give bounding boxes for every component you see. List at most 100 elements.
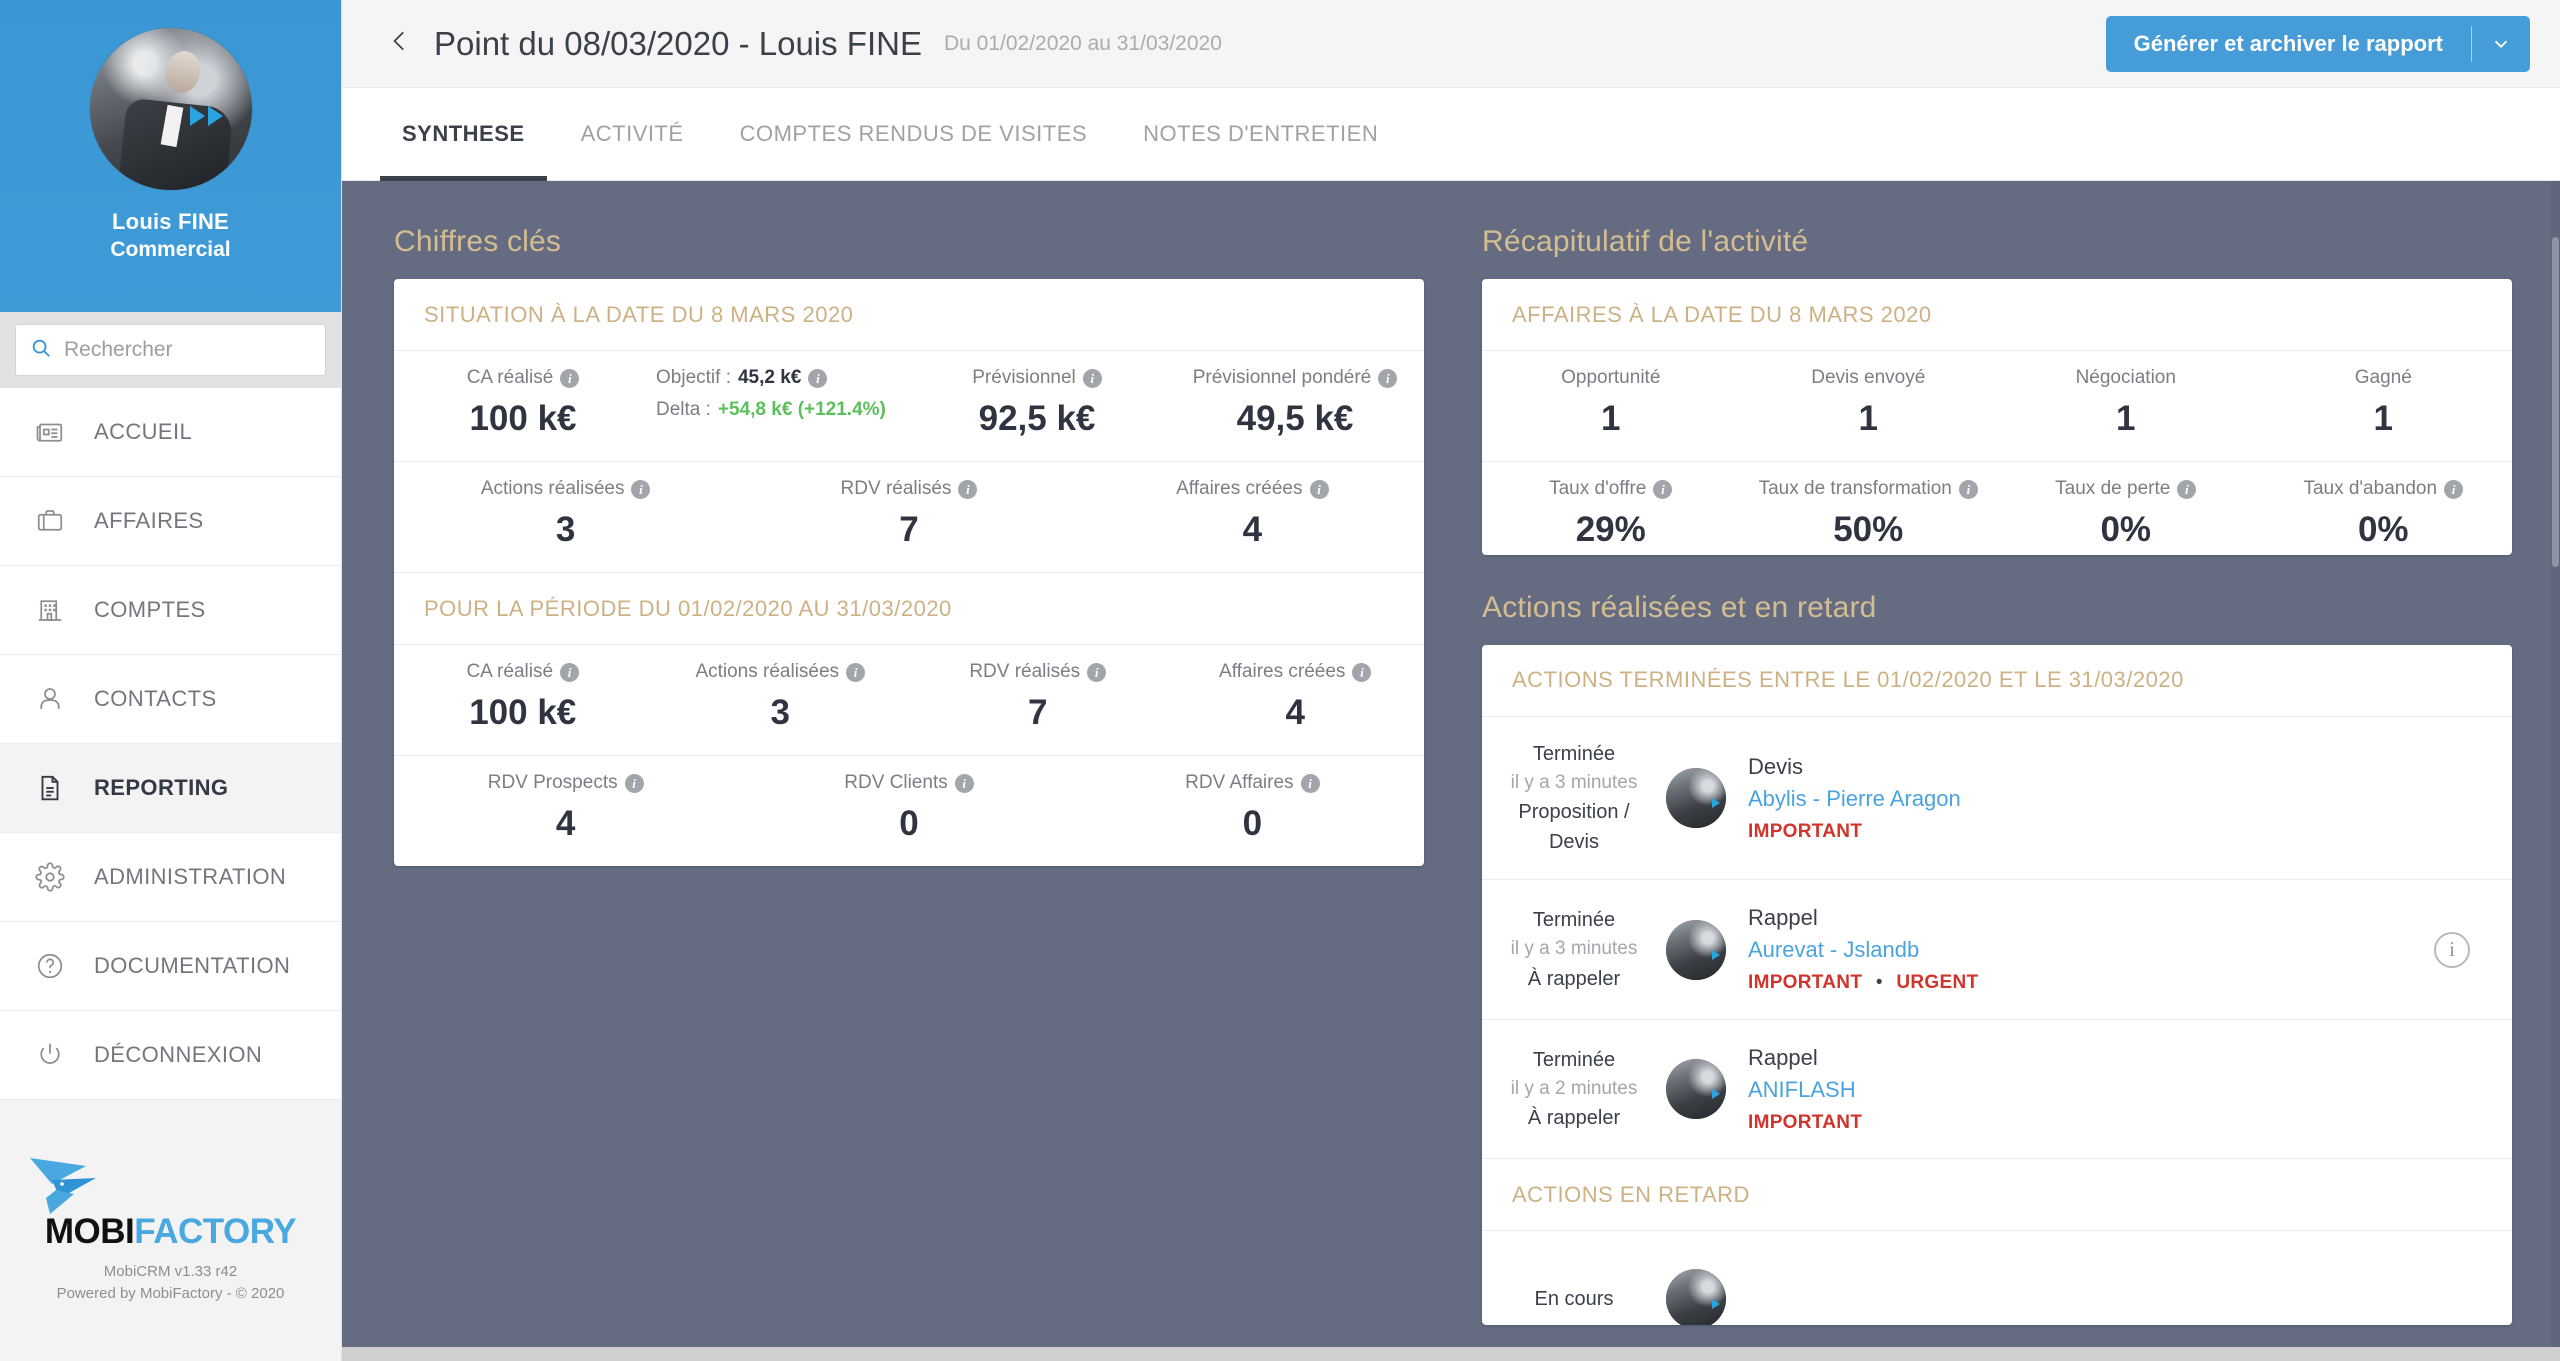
card-head-actions-en-retard: ACTIONS EN RETARD: [1482, 1159, 2512, 1232]
info-icon[interactable]: i: [1958, 479, 1978, 499]
info-icon[interactable]: i: [954, 773, 974, 793]
metric-rdv-realises: RDV réalisés i 7: [737, 478, 1080, 550]
info-icon[interactable]: i: [1087, 662, 1107, 682]
metric-value: 4: [1285, 693, 1305, 732]
metric-label-text: CA réalisé: [466, 661, 554, 682]
metric-actions-realisees: Actions réalisées i 3: [394, 478, 737, 550]
action-kind: À rappeler: [1527, 1107, 1621, 1130]
info-icon[interactable]: i: [2434, 931, 2470, 968]
action-status-text: Terminée: [1532, 742, 1616, 765]
info-icon[interactable]: i: [1352, 662, 1372, 682]
vertical-scrollbar[interactable]: [2551, 181, 2560, 1361]
back-button[interactable]: [380, 24, 420, 64]
action-row[interactable]: En cours: [1482, 1231, 2512, 1325]
action-status: Terminée il y a 3 minutes À rappeler: [1504, 905, 1644, 994]
action-kind: Proposition / Devis: [1518, 801, 1630, 854]
action-link[interactable]: ANIFLASH: [1748, 1074, 2400, 1106]
metric-label-text: Affaires créées: [1176, 478, 1303, 499]
action-status-text: Terminée: [1532, 909, 1616, 932]
card-chiffres-cles: SITUATION À LA DATE DU 8 MARS 2020 CA ré…: [394, 279, 1424, 866]
scrollbar-thumb[interactable]: [2552, 237, 2559, 567]
sidebar-item-label: ADMINISTRATION: [94, 864, 287, 889]
info-icon[interactable]: i: [2177, 479, 2197, 499]
action-row[interactable]: Terminée il y a 3 minutes Proposition / …: [1482, 717, 2512, 881]
metric-label-text: RDV réalisés: [969, 661, 1081, 682]
sidebar-brand: MOBIFACTORY MobiCRM v1.33 r42 Powered by…: [0, 1100, 341, 1361]
sidebar-item-reporting[interactable]: REPORTING: [0, 744, 341, 833]
generate-report-button[interactable]: Générer et archiver le rapport: [2105, 15, 2530, 72]
search-box[interactable]: [15, 324, 326, 376]
info-icon[interactable]: i: [808, 368, 828, 388]
profile-name: Louis FINE: [112, 209, 229, 234]
action-title: Rappel: [1748, 905, 1818, 931]
info-icon[interactable]: i: [1082, 368, 1102, 388]
action-link[interactable]: Aurevat - Jslandb: [1748, 934, 2400, 966]
action-link[interactable]: Abylis - Pierre Aragon: [1748, 783, 2400, 815]
info-icon[interactable]: i: [631, 479, 651, 499]
action-end-slot: i: [2422, 931, 2482, 968]
newspaper-icon: [30, 417, 70, 447]
metric-value: 4: [555, 804, 576, 843]
metric-value: 1: [2373, 399, 2393, 438]
action-title: Devis: [1748, 754, 1804, 779]
brand-wordmark: MOBIFACTORY: [45, 1214, 297, 1249]
info-icon[interactable]: i: [958, 479, 978, 499]
info-icon[interactable]: i: [624, 773, 644, 793]
metric-rdv-affaires: RDV Affaires i 0: [1081, 772, 1424, 844]
info-icon[interactable]: i: [1653, 479, 1673, 499]
info-icon[interactable]: i: [560, 368, 580, 388]
content-scroll-area[interactable]: Chiffres clés SITUATION À LA DATE DU 8 M…: [342, 181, 2560, 1361]
action-row[interactable]: Terminée il y a 2 minutes À rappeler Rap…: [1482, 1020, 2512, 1160]
action-when: il y a 3 minutes: [1510, 771, 1638, 793]
sidebar-item-contacts[interactable]: CONTACTS: [0, 655, 341, 744]
search-input[interactable]: [64, 338, 311, 362]
sidebar-item-administration[interactable]: ADMINISTRATION: [0, 833, 341, 922]
main-area: Point du 08/03/2020 - Louis FINE Du 01/0…: [342, 0, 2560, 1361]
sidebar-item-accueil[interactable]: ACCUEIL: [0, 388, 341, 477]
sidebar-item-comptes[interactable]: COMPTES: [0, 566, 341, 655]
info-icon[interactable]: i: [560, 662, 580, 682]
metric-value: 0%: [2100, 510, 2152, 549]
metric-label-text: Négociation: [2075, 367, 2176, 388]
metric-row-stages: Opportunité 1 Devis envoyé 1 Négociation…: [1482, 351, 2512, 462]
metric-label-text: Devis envoyé: [1811, 367, 1926, 388]
metric-previsionnel: Prévisionnel i 92,5 k€: [908, 367, 1166, 439]
metric-value: 3: [770, 693, 790, 732]
document-icon: [30, 773, 70, 803]
info-icon[interactable]: i: [1309, 479, 1329, 499]
app-copyright: Powered by MobiFactory - © 2020: [56, 1285, 285, 1302]
action-info: Rappel ANIFLASH IMPORTANT: [1748, 1042, 2400, 1136]
metric-value: 0: [1242, 804, 1263, 843]
sidebar-item-documentation[interactable]: DOCUMENTATION: [0, 922, 341, 1011]
generate-report-label: Générer et archiver le rapport: [2133, 30, 2443, 56]
tab-comptes-rendus-de-visites[interactable]: COMPTES RENDUS DE VISITES: [712, 88, 1115, 181]
sidebar-item-label: COMPTES: [94, 597, 206, 622]
info-icon[interactable]: i: [2444, 479, 2464, 499]
metric-taux-perte: Taux de perte i 0%: [1997, 478, 2255, 550]
section-title-recapitulatif: Récapitulatif de l'activité: [1482, 225, 1809, 258]
chevron-down-icon[interactable]: [2472, 16, 2530, 72]
metric-value: 29%: [1575, 510, 1646, 549]
tab-synthese[interactable]: SYNTHESE: [374, 88, 553, 181]
tab-bar: SYNTHESE ACTIVITÉ COMPTES RENDUS DE VISI…: [342, 88, 2560, 181]
card-head-periode: POUR LA PÉRIODE DU 01/02/2020 AU 31/03/2…: [394, 573, 1424, 645]
tab-notes-dentretien[interactable]: NOTES D'ENTRETIEN: [1115, 88, 1406, 181]
sidebar-item-affaires[interactable]: AFFAIRES: [0, 477, 341, 566]
section-title-chiffres-cles: Chiffres clés: [394, 225, 562, 258]
delta-value: +54,8 k€ (+121.4%): [717, 399, 886, 420]
avatar: [1666, 1269, 1726, 1325]
status-badge: IMPORTANT: [1748, 972, 1863, 994]
section-title-actions: Actions réalisées et en retard: [1482, 590, 1877, 624]
tab-activite[interactable]: ACTIVITÉ: [553, 88, 712, 181]
metric-negociation: Négociation 1: [1997, 367, 2255, 439]
metric-label-text: Gagné: [2354, 367, 2412, 388]
info-icon[interactable]: i: [846, 662, 866, 682]
metric-label-text: Taux d'abandon: [2303, 478, 2438, 499]
action-row[interactable]: Terminée il y a 3 minutes À rappeler Rap…: [1482, 880, 2512, 1020]
sidebar-item-label: CONTACTS: [94, 686, 217, 711]
metric-rdv-clients: RDV Clients i 0: [737, 772, 1080, 844]
sidebar-item-deconnexion[interactable]: DÉCONNEXION: [0, 1011, 341, 1100]
sidebar-item-label: AFFAIRES: [94, 508, 204, 533]
info-icon[interactable]: i: [1300, 773, 1320, 793]
info-icon[interactable]: i: [1378, 368, 1398, 388]
